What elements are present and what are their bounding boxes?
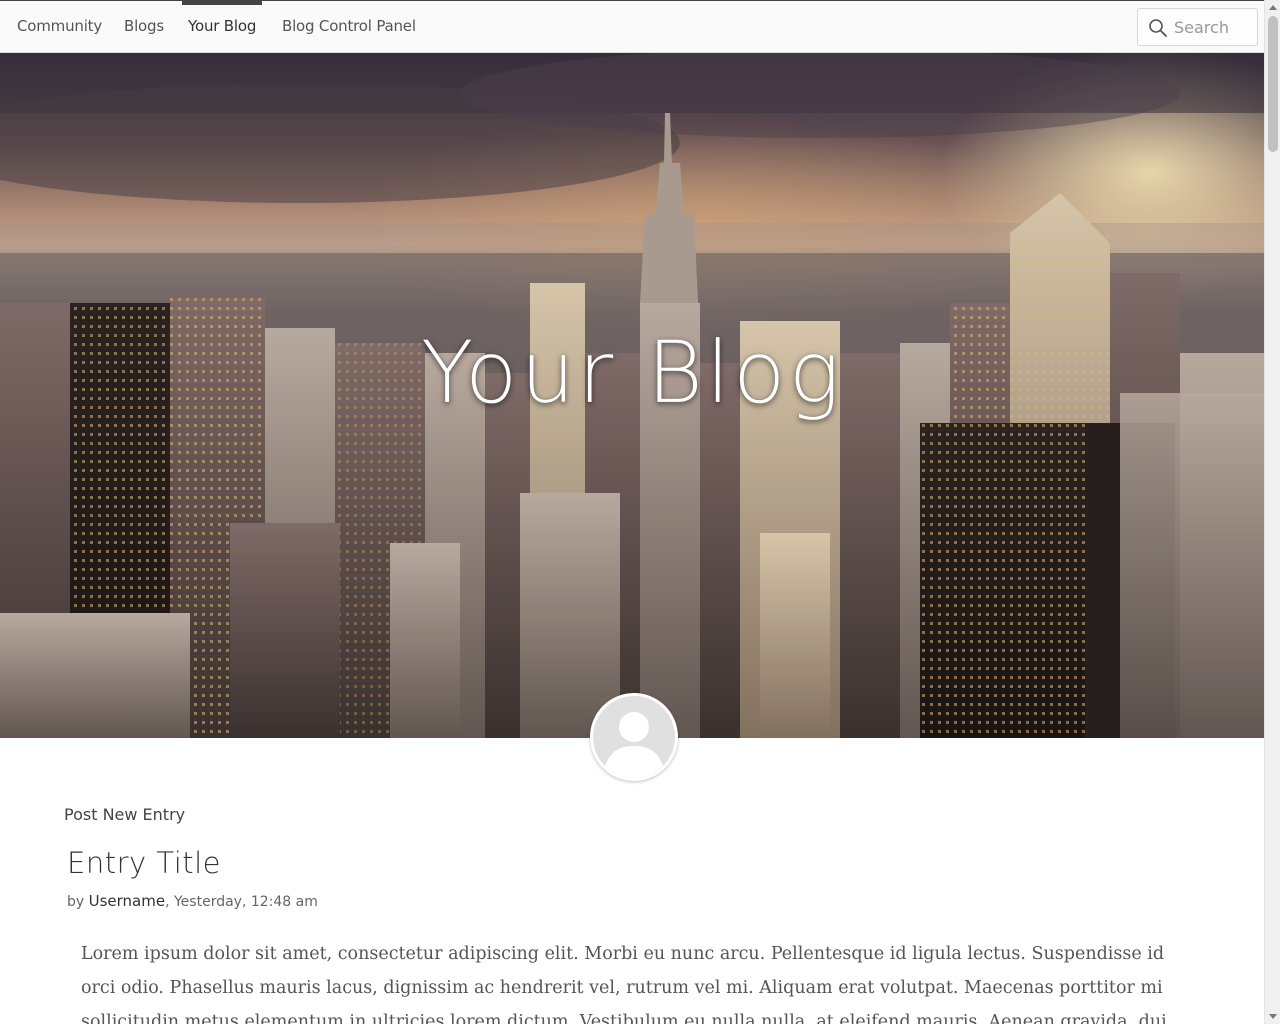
post-new-entry-link[interactable]: Post New Entry	[64, 805, 185, 824]
scroll-up-arrow-icon[interactable]	[1265, 0, 1280, 15]
scroll-down-arrow-icon[interactable]	[1265, 1009, 1280, 1024]
search-icon[interactable]	[1148, 18, 1168, 38]
nav-item-community[interactable]: Community	[17, 1, 102, 53]
scrollbar-thumb[interactable]	[1268, 16, 1278, 152]
entry-byline: by Username, Yesterday, 12:48 am	[67, 892, 318, 910]
author-link[interactable]: Username	[89, 892, 165, 910]
hero-banner: Your Blog	[0, 53, 1264, 738]
user-silhouette-icon[interactable]	[590, 693, 678, 781]
nav-item-blog-control-panel[interactable]: Blog Control Panel	[282, 1, 416, 53]
entry-timestamp: , Yesterday, 12:48 am	[165, 894, 318, 910]
top-navigation: Community Blogs Your Blog Blog Control P…	[0, 0, 1264, 53]
hero-title: Your Blog	[420, 323, 844, 423]
byline-prefix: by	[67, 894, 89, 910]
page-scrollbar[interactable]	[1264, 0, 1280, 1024]
nav-item-your-blog[interactable]: Your Blog	[181, 1, 263, 53]
entry-body: Lorem ipsum dolor sit amet, consectetur …	[81, 944, 1167, 1024]
entry-title[interactable]: Entry Title	[67, 846, 221, 880]
nav-item-blogs[interactable]: Blogs	[124, 1, 164, 53]
search-box[interactable]	[1137, 8, 1258, 46]
search-input[interactable]	[1174, 9, 1254, 45]
